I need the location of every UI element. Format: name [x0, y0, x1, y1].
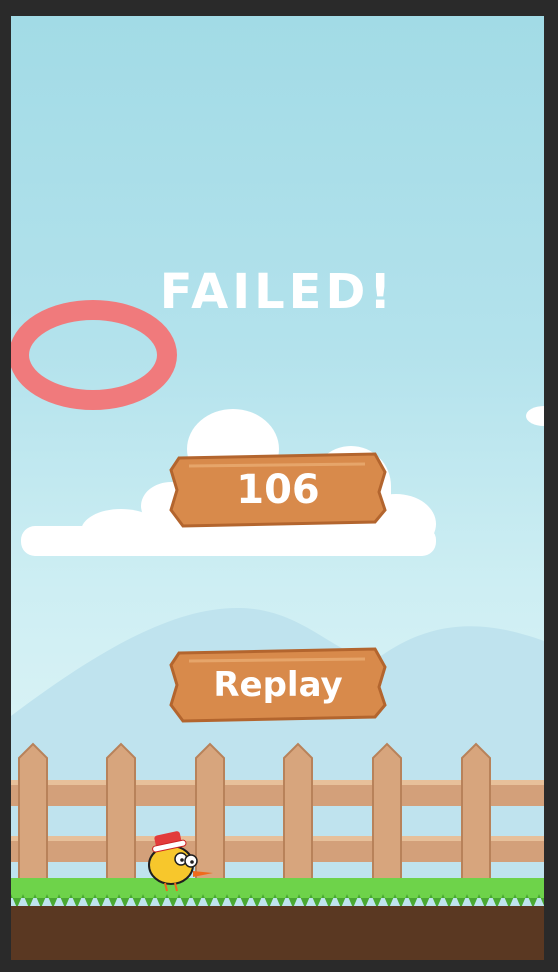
target-ring-icon	[11, 300, 177, 410]
small-cloud	[526, 406, 544, 426]
failed-title: FAILED!	[159, 264, 396, 320]
score-value: 106	[236, 467, 320, 513]
fence-post	[106, 742, 136, 897]
score-sign: 106	[169, 452, 387, 528]
fence-post	[372, 742, 402, 897]
grass	[11, 878, 544, 898]
window-frame: FAILED! 106 Replay	[0, 0, 558, 972]
game-canvas: FAILED! 106 Replay	[11, 16, 544, 960]
replay-button-label: Replay	[213, 665, 343, 705]
fence-post	[283, 742, 313, 897]
fence-post	[461, 742, 491, 897]
fence-post	[18, 742, 48, 897]
dirt	[11, 906, 544, 960]
replay-button[interactable]: Replay	[169, 647, 387, 723]
